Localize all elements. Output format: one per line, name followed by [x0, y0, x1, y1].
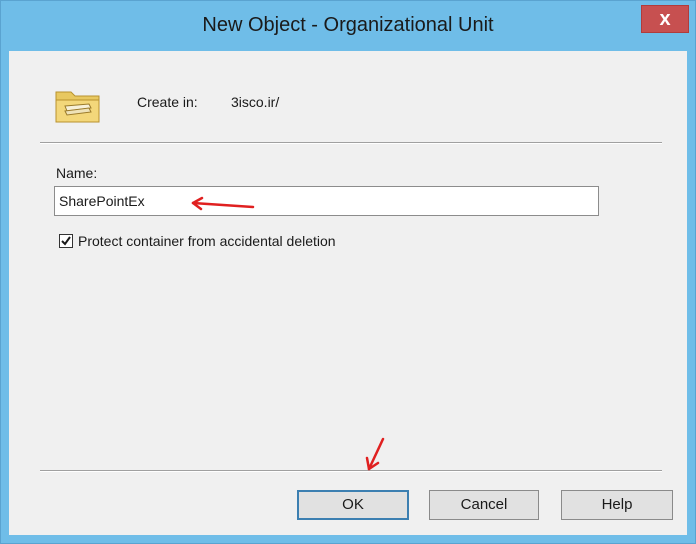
top-divider-highlight [40, 143, 662, 144]
annotation-arrow-ok [365, 437, 385, 471]
name-input[interactable] [54, 186, 599, 216]
window-title: New Object - Organizational Unit [202, 14, 494, 36]
folder-icon [55, 91, 100, 123]
help-button[interactable]: Help [561, 490, 673, 520]
checkmark-icon [61, 236, 71, 246]
create-in-label: Create in: [137, 94, 198, 110]
protect-checkbox-label[interactable]: Protect container from accidental deleti… [78, 233, 336, 249]
window-border-right [687, 51, 695, 543]
dialog-body: Create in: 3isco.ir/ Name: Protect conta… [9, 51, 687, 535]
dialog-window: New Object - Organizational Unit x Creat… [0, 0, 696, 544]
protect-checkbox[interactable] [59, 234, 73, 248]
close-button[interactable]: x [641, 5, 689, 33]
ok-button[interactable]: OK [297, 490, 409, 520]
annotation-arrow-name [191, 196, 255, 211]
cancel-button[interactable]: Cancel [429, 490, 539, 520]
bottom-divider-highlight [40, 471, 662, 472]
name-label: Name: [56, 165, 98, 181]
create-in-value: 3isco.ir/ [231, 94, 280, 110]
title-bar[interactable]: New Object - Organizational Unit x [1, 1, 695, 51]
window-border-left [1, 51, 9, 543]
window-border-bottom [1, 535, 695, 543]
